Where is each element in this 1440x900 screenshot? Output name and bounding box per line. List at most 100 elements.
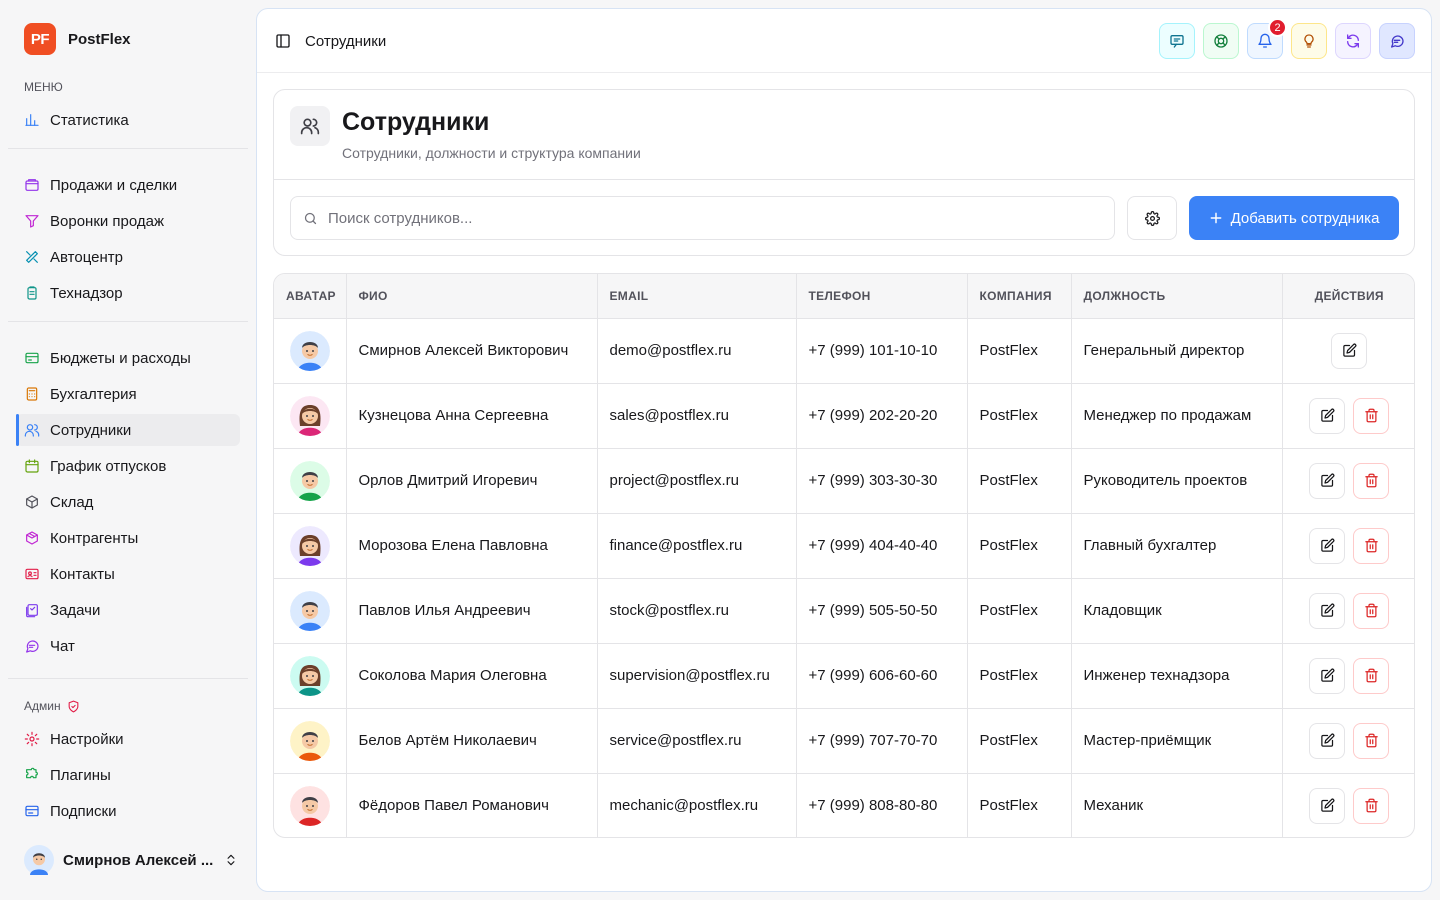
column-header[interactable]: EMAIL: [597, 274, 797, 319]
column-header[interactable]: ФИО: [346, 274, 598, 319]
phone-cell: +7 (999) 505-50-50: [796, 578, 968, 644]
delete-button[interactable]: [1353, 527, 1390, 564]
table-header-row: АВАТАР ФИО EMAIL ТЕЛЕФОН КОМПАНИЯ ДОЛЖНОСТЬ ДЕ…: [274, 274, 1414, 319]
trash-icon: [1365, 408, 1378, 423]
table-row[interactable]: Морозова Елена Павловна finance@postflex.…: [274, 513, 1414, 579]
sidebar-item-clipboard[interactable]: Технадзор: [16, 277, 240, 309]
sidebar-toggle-icon[interactable]: [275, 33, 291, 49]
name-cell: Павлов Илья Андреевич: [346, 578, 598, 644]
sidebar-item-label: Автоцентр: [50, 248, 123, 266]
company-cell: PostFlex: [967, 513, 1072, 579]
tips-button[interactable]: [1291, 23, 1327, 59]
column-header[interactable]: ДОЛЖНОСТЬ: [1071, 274, 1283, 319]
edit-button[interactable]: [1309, 527, 1346, 564]
trash-icon: [1365, 538, 1378, 553]
name-cell: Фёдоров Павел Романович: [346, 773, 598, 837]
avatar-cell: [274, 708, 347, 774]
sidebar-item-bar-chart[interactable]: Статистика: [16, 104, 240, 136]
edit-button[interactable]: [1331, 332, 1368, 369]
company-cell: PostFlex: [967, 318, 1072, 384]
add-employee-label: Добавить сотрудника: [1230, 209, 1380, 227]
sidebar-item-users[interactable]: Сотрудники: [16, 414, 240, 446]
user-menu[interactable]: Смирнов Алексей ...: [24, 844, 238, 876]
sidebar-item-subscription-card[interactable]: Подписки: [16, 795, 240, 827]
sidebar-item-calendar[interactable]: График отпусков: [16, 450, 240, 482]
sidebar-item-funnel[interactable]: Воронки продаж: [16, 205, 240, 237]
delete-button[interactable]: [1353, 462, 1390, 499]
sidebar-item-box[interactable]: Склад: [16, 486, 240, 518]
sidebar-item-calculator[interactable]: Бухгалтерия: [16, 378, 240, 410]
edit-icon: [1321, 668, 1335, 682]
edit-button[interactable]: [1309, 787, 1346, 824]
search-input[interactable]: [328, 209, 1088, 227]
sidebar-item-package[interactable]: Контрагенты: [16, 522, 240, 554]
sidebar-divider: [8, 148, 248, 149]
sidebar-item-gear[interactable]: Настройки: [16, 723, 240, 755]
table-settings-button[interactable]: [1127, 196, 1177, 240]
sidebar-item-chat[interactable]: Чат: [16, 630, 240, 662]
table-row[interactable]: Соколова Мария Олеговна supervision@postf…: [274, 643, 1414, 709]
table-row[interactable]: Павлов Илья Андреевич stock@postflex.ru +7…: [274, 578, 1414, 644]
add-employee-button[interactable]: Добавить сотрудника: [1189, 196, 1399, 240]
feedback-button[interactable]: [1159, 23, 1195, 59]
sidebar-item-label: Чат: [50, 637, 75, 655]
table-row[interactable]: Белов Артём Николаевич service@postflex.r…: [274, 708, 1414, 774]
page-title: Сотрудники: [342, 108, 490, 136]
name-cell: Кузнецова Анна Сергеевна: [346, 383, 598, 449]
sidebar-item-tasks[interactable]: Задачи: [16, 594, 240, 626]
sidebar-item-puzzle[interactable]: Плагины: [16, 759, 240, 791]
breadcrumb[interactable]: Сотрудники: [305, 33, 386, 50]
position-cell: Менеджер по продажам: [1071, 383, 1283, 449]
edit-icon: [1321, 473, 1335, 487]
brand[interactable]: PF PostFlex: [24, 23, 131, 55]
position-cell: Генеральный директор: [1071, 318, 1283, 384]
avatar-cell: [274, 578, 347, 644]
edit-button[interactable]: [1309, 657, 1346, 694]
avatar-cell: [274, 643, 347, 709]
chevrons-up-down-icon: [227, 854, 235, 866]
sidebar-item-label: График отпусков: [50, 457, 167, 475]
brand-name: PostFlex: [68, 30, 131, 48]
sidebar-item-label: Сотрудники: [50, 421, 132, 439]
edit-button[interactable]: [1309, 722, 1346, 759]
table-row[interactable]: Смирнов Алексей Викторович demo@postflex.…: [274, 318, 1414, 384]
sidebar-item-wrench[interactable]: Автоцентр: [16, 241, 240, 273]
edit-button[interactable]: [1309, 397, 1346, 434]
table-row[interactable]: Кузнецова Анна Сергеевна sales@postflex.r…: [274, 383, 1414, 449]
delete-button[interactable]: [1353, 592, 1390, 629]
column-header[interactable]: АВАТАР: [274, 274, 347, 319]
chat-icon: [26, 640, 39, 653]
box-icon: [26, 495, 38, 509]
users-icon: [24, 424, 40, 437]
phone-cell: +7 (999) 101-10-10: [796, 318, 968, 384]
delete-button[interactable]: [1353, 787, 1390, 824]
table-row[interactable]: Орлов Дмитрий Игоревич project@postflex.r…: [274, 448, 1414, 514]
subscription-card-icon: [25, 805, 39, 817]
support-button[interactable]: [1203, 23, 1239, 59]
phone-cell: +7 (999) 202-20-20: [796, 383, 968, 449]
avatar: [290, 590, 330, 631]
refresh-button[interactable]: [1335, 23, 1371, 59]
edit-button[interactable]: [1309, 462, 1346, 499]
column-header[interactable]: ДЕЙСТВИЯ: [1282, 274, 1414, 319]
sidebar-item-label: Подписки: [50, 802, 117, 820]
delete-button[interactable]: [1353, 657, 1390, 694]
delete-button[interactable]: [1353, 397, 1390, 434]
sidebar-item-wallet[interactable]: Продажи и сделки: [16, 169, 240, 201]
chat-button[interactable]: [1379, 23, 1415, 59]
delete-button[interactable]: [1353, 722, 1390, 759]
avatar-cell: [274, 383, 347, 449]
notifications-button[interactable]: 2: [1247, 18, 1287, 59]
sidebar-item-card[interactable]: Бюджеты и расходы: [16, 342, 240, 374]
actions-cell: [1282, 383, 1414, 449]
avatar-cell: [274, 773, 347, 837]
column-header[interactable]: ТЕЛЕФОН: [796, 274, 968, 319]
sidebar-item-label: Настройки: [50, 730, 124, 748]
search-box[interactable]: [290, 196, 1115, 240]
sidebar-item-contact-card[interactable]: Контакты: [16, 558, 240, 590]
position-cell: Кладовщик: [1071, 578, 1283, 644]
sidebar-item-label: Склад: [50, 493, 94, 511]
table-row[interactable]: Фёдоров Павел Романович mechanic@postflex…: [274, 773, 1414, 837]
column-header[interactable]: КОМПАНИЯ: [967, 274, 1072, 319]
edit-button[interactable]: [1309, 592, 1346, 629]
